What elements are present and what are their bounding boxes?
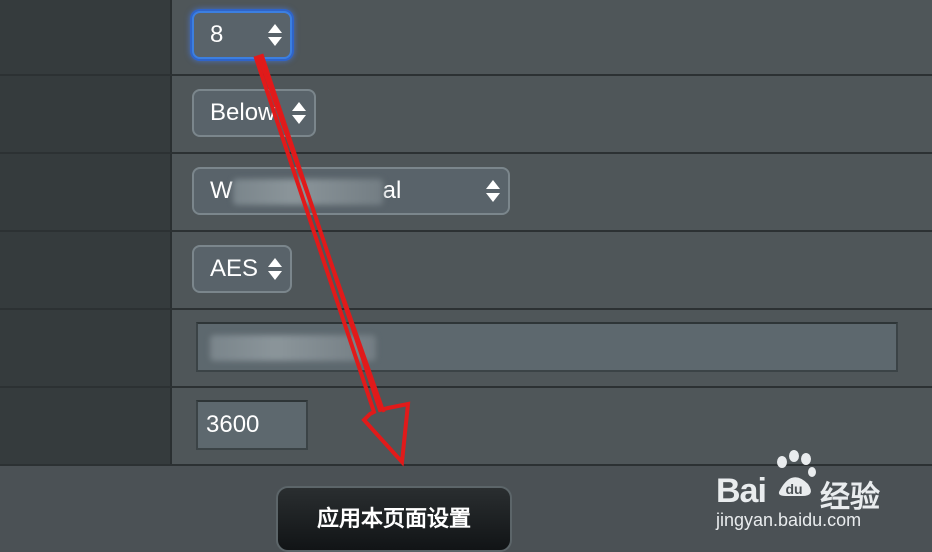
extension-channel-select-value: Below	[210, 99, 276, 126]
extension-channel-select[interactable]: Below	[192, 89, 316, 137]
settings-row-channel	[0, 0, 932, 74]
channel-select[interactable]: 8	[192, 11, 292, 59]
redacted-blur	[210, 334, 376, 361]
row-label-cell	[0, 0, 172, 74]
encryption-select-value: AES	[210, 255, 259, 282]
row-label-cell	[0, 310, 172, 386]
up-down-arrows-icon	[486, 180, 500, 204]
row-label-cell	[0, 76, 172, 152]
row-label-cell	[0, 154, 172, 230]
rekey-interval-input[interactable]: 3600	[196, 400, 308, 450]
authentication-method-select[interactable]: Wal	[192, 167, 510, 215]
apply-settings-button[interactable]: 应用本页面设置	[276, 486, 512, 552]
channel-select-value: 8	[210, 21, 224, 48]
svg-text:du: du	[785, 481, 802, 497]
authentication-method-value-start: W	[210, 177, 233, 204]
watermark-logo-text: Bai	[716, 472, 767, 510]
watermark-url: jingyan.baidu.com	[716, 510, 862, 530]
baidu-jingyan-watermark: Bai du 经验 jingyan.baidu.com	[712, 450, 912, 540]
wireless-settings-page: 8 Below Wal AES 3600 应用本页面设置 Bai du 经验 j…	[0, 0, 932, 552]
up-down-arrows-icon	[268, 24, 282, 48]
baidu-paw-icon: du	[777, 450, 816, 497]
row-label-cell	[0, 232, 172, 308]
authentication-method-value-end: al	[382, 177, 402, 204]
redacted-blur	[232, 178, 383, 205]
up-down-arrows-icon	[268, 258, 282, 282]
encryption-select[interactable]: AES	[192, 245, 292, 293]
pre-shared-key-input[interactable]	[196, 322, 898, 372]
rekey-interval-value: 3600	[206, 411, 260, 438]
settings-row-extension-channel	[0, 76, 932, 152]
settings-row-encryption	[0, 232, 932, 308]
up-down-arrows-icon	[292, 102, 306, 126]
row-label-cell	[0, 388, 172, 464]
